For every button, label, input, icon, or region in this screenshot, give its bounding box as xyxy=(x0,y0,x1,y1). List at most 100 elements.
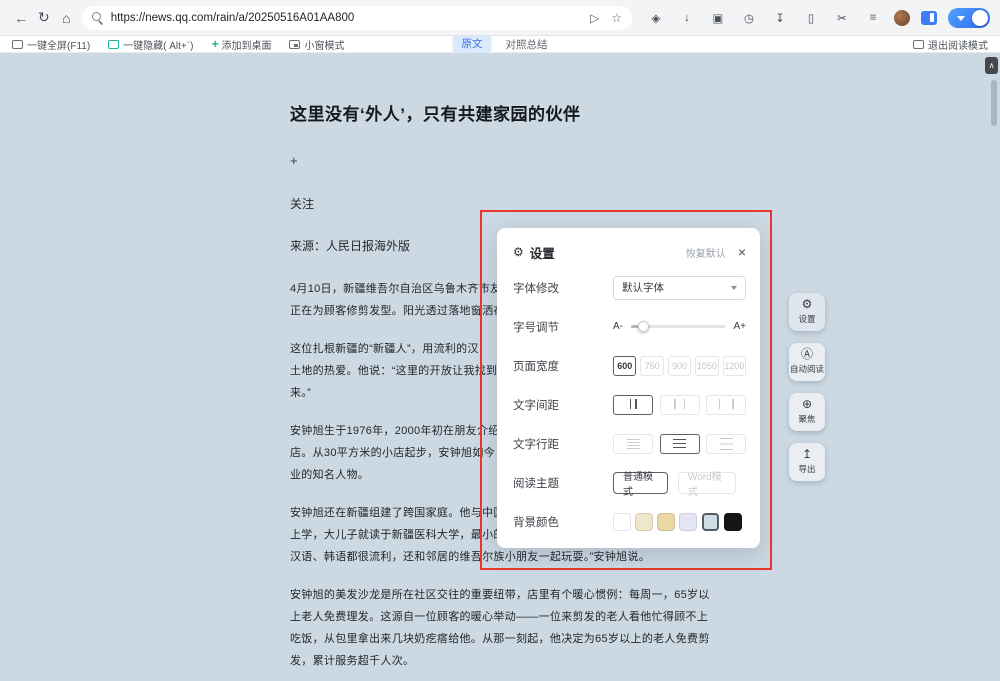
add-desktop-label: 添加到桌面 xyxy=(221,37,271,52)
side-auto-read-button[interactable]: Ⓐ 自动阅读 xyxy=(789,343,825,381)
follow-plus-icon[interactable]: + xyxy=(290,153,714,168)
reading-tabs: 原文 对照总结 xyxy=(453,35,548,53)
sidebar-toggle-icon[interactable] xyxy=(921,11,937,25)
line-height-loose-icon xyxy=(720,438,733,450)
bg-swatch-black[interactable] xyxy=(724,513,742,531)
theme-normal-button[interactable]: 普通模式 xyxy=(613,472,668,494)
page-width-row: 页面宽度 600 750 900 1050 1200 xyxy=(513,346,746,385)
home-icon[interactable]: ⌂ xyxy=(55,6,78,30)
address-bar[interactable]: https://news.qq.com/rain/a/20250516A01AA… xyxy=(82,6,632,30)
reading-toolbar: 一键全屏(F11) 一键隐藏( Alt+`) + 添加到桌面 小窗模式 原文 对… xyxy=(0,36,1000,53)
article-line: 吃饭，从包里拿出来几块奶疙瘩给他。从那一刻起，他决定为65岁以上的老人免费剪 xyxy=(290,628,714,650)
page-width-row-label: 页面宽度 xyxy=(513,358,559,374)
url-text[interactable]: https://news.qq.com/rain/a/20250516A01AA… xyxy=(111,12,578,24)
add-desktop-button[interactable]: + 添加到桌面 xyxy=(211,37,271,52)
apps-icon[interactable]: ▣ xyxy=(708,6,728,30)
reading-content: 这里没有‘外人’，只有共建家园的伙伴 + 关注 来源：人民日报海外版 4月10日… xyxy=(0,53,1000,681)
exit-reading-button[interactable]: 退出阅读模式 xyxy=(913,37,988,52)
line-height-row-label: 文字行距 xyxy=(513,436,559,452)
tab-original[interactable]: 原文 xyxy=(453,35,492,53)
article-title: 这里没有‘外人’，只有共建家园的伙伴 xyxy=(290,100,714,125)
letter-spacing-tight-button[interactable] xyxy=(613,395,653,415)
gear-icon: ⚙ xyxy=(513,245,524,259)
gear-icon: ⚙ xyxy=(802,298,813,311)
side-focus-button[interactable]: ⊕ 聚焦 xyxy=(789,393,825,431)
side-export-button[interactable]: ↥ 导出 xyxy=(789,443,825,481)
menu-icon[interactable]: ≡ xyxy=(863,6,883,30)
letter-spacing-wide-button[interactable] xyxy=(706,395,746,415)
page-width-900-button[interactable]: 900 xyxy=(668,356,691,376)
plus-icon: + xyxy=(211,39,218,49)
line-height-medium-button[interactable] xyxy=(660,434,700,454)
page-width-750-button[interactable]: 750 xyxy=(640,356,663,376)
side-export-label: 导出 xyxy=(798,463,815,475)
font-smaller-button[interactable]: A- xyxy=(613,321,623,332)
bg-swatch-lavender[interactable] xyxy=(679,513,697,531)
scroll-up-button[interactable]: ∧ xyxy=(985,57,998,74)
restore-default-button[interactable]: 恢复默认 xyxy=(686,245,726,260)
bg-swatch-blue[interactable] xyxy=(702,513,720,531)
settings-title: 设置 xyxy=(530,243,555,262)
slider-thumb[interactable] xyxy=(638,321,649,332)
settings-header: ⚙ 设置 恢复默认 × xyxy=(513,238,746,266)
theme-row: 阅读主题 普通模式 Word模式 xyxy=(513,463,746,502)
hide-button[interactable]: 一键隐藏( Alt+`) xyxy=(108,37,193,52)
browser-toggle-switch[interactable] xyxy=(948,8,990,28)
line-height-row: 文字行距 xyxy=(513,424,746,463)
avatar[interactable] xyxy=(894,10,910,26)
side-toolbar: ⚙ 设置 Ⓐ 自动阅读 ⊕ 聚焦 ↥ 导出 xyxy=(789,293,825,481)
font-select[interactable]: 默认字体 xyxy=(613,276,746,300)
letter-spacing-tight-icon xyxy=(630,396,637,414)
refresh-icon[interactable]: ↻ xyxy=(33,6,56,30)
hide-label: 一键隐藏( Alt+`) xyxy=(123,37,193,52)
bg-color-row-label: 背景颜色 xyxy=(513,514,559,530)
page-width-1050-button[interactable]: 1050 xyxy=(695,356,718,376)
small-window-icon xyxy=(289,40,300,49)
bg-color-row: 背景颜色 xyxy=(513,502,746,541)
letter-spacing-medium-button[interactable] xyxy=(660,395,700,415)
line-height-tight-icon xyxy=(627,439,640,449)
line-height-tight-button[interactable] xyxy=(613,434,653,454)
line-height-loose-button[interactable] xyxy=(706,434,746,454)
star-icon[interactable]: ☆ xyxy=(611,11,622,25)
bg-swatch-white[interactable] xyxy=(613,513,631,531)
bg-swatch-tan[interactable] xyxy=(657,513,675,531)
theme-word-button[interactable]: Word模式 xyxy=(678,472,736,494)
page-width-1200-button[interactable]: 1200 xyxy=(723,356,746,376)
font-size-slider[interactable] xyxy=(631,325,725,328)
font-select-value: 默认字体 xyxy=(622,280,664,295)
font-size-row-label: 字号调节 xyxy=(513,319,559,335)
send-icon[interactable]: ▷ xyxy=(590,11,599,25)
scrollbar-thumb[interactable] xyxy=(991,80,997,126)
page-width-600-button[interactable]: 600 xyxy=(613,356,636,376)
back-icon[interactable]: ← xyxy=(10,6,33,30)
fullscreen-button[interactable]: 一键全屏(F11) xyxy=(12,37,90,52)
letter-spacing-wide-icon xyxy=(719,396,734,414)
side-auto-read-label: 自动阅读 xyxy=(790,363,824,375)
hide-icon xyxy=(108,40,119,49)
scissors-icon[interactable]: ✂ xyxy=(832,6,852,30)
small-window-button[interactable]: 小窗模式 xyxy=(289,37,344,52)
font-larger-button[interactable]: A+ xyxy=(733,321,746,332)
fullscreen-label: 一键全屏(F11) xyxy=(27,37,90,52)
extension-icon[interactable]: ◈ xyxy=(646,6,666,30)
paragraph: 安钟旭的美发沙龙是所在社区交往的重要纽带，店里有个暖心惯例：每周一，65岁以 上… xyxy=(290,584,714,672)
focus-icon: ⊕ xyxy=(802,398,812,411)
font-size-row: 字号调节 A- A+ xyxy=(513,307,746,346)
chrome-right-icons: ◈ ↓ ▣ ◷ ↧ ▯ ✂ ≡ xyxy=(646,6,990,30)
tab-compare-summary[interactable]: 对照总结 xyxy=(506,37,548,52)
close-icon[interactable]: × xyxy=(738,245,746,259)
letter-spacing-row-label: 文字间距 xyxy=(513,397,559,413)
export-icon: ↥ xyxy=(802,448,812,461)
mobile-icon[interactable]: ▯ xyxy=(801,6,821,30)
search-icon xyxy=(92,12,103,23)
download-tray-icon[interactable]: ↧ xyxy=(770,6,790,30)
download-icon[interactable]: ↓ xyxy=(677,6,697,30)
side-settings-button[interactable]: ⚙ 设置 xyxy=(789,293,825,331)
font-row: 字体修改 默认字体 xyxy=(513,268,746,307)
line-height-medium-icon xyxy=(673,439,686,449)
chevron-down-icon xyxy=(731,286,737,290)
bg-swatch-cream[interactable] xyxy=(635,513,653,531)
article-line: 发，累计服务超千人次。 xyxy=(290,650,714,672)
history-icon[interactable]: ◷ xyxy=(739,6,759,30)
